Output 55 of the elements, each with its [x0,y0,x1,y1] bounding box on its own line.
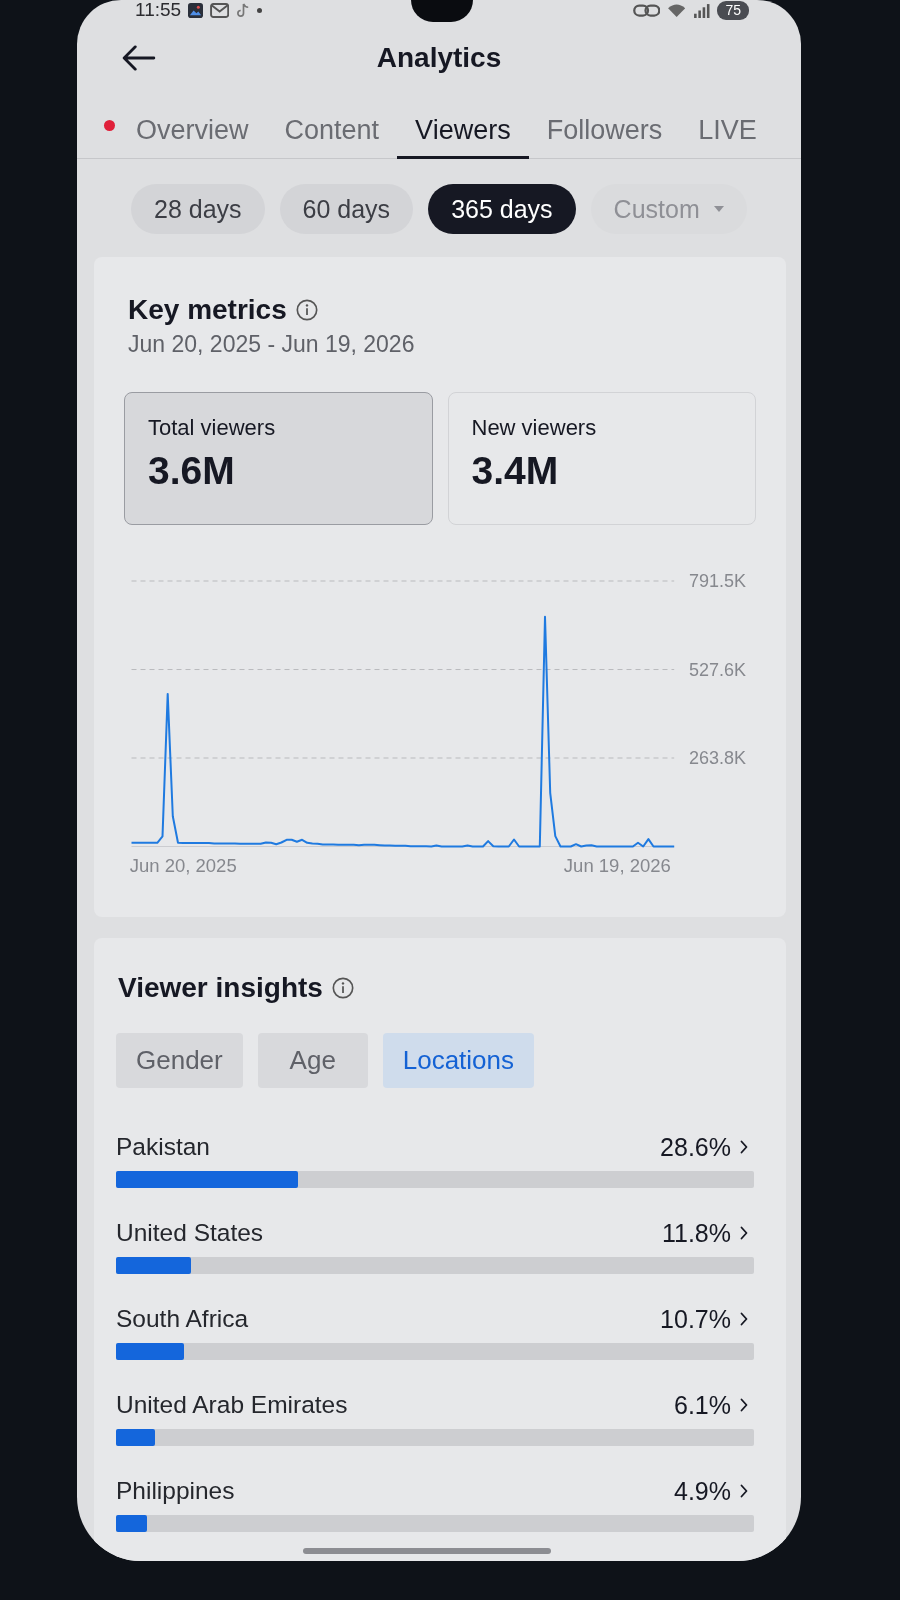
section-title: Key metrics [128,294,287,326]
chevron-right-icon[interactable] [740,1226,748,1240]
chevron-right-icon[interactable] [740,1484,748,1498]
music-note-icon [236,2,250,18]
share-value: 6.1% [674,1391,731,1419]
country-name[interactable]: United States [116,1219,264,1247]
x-axis-label: Jun 19, 2026 [563,854,671,876]
x-axis-label: Jun 20, 2025 [129,854,237,876]
info-icon[interactable] [295,299,318,321]
chevron-right-icon[interactable] [740,1312,748,1326]
tab[interactable]: Overview [118,105,267,159]
status-time: 11:55 [135,0,182,20]
caret-icon [713,206,724,212]
tab[interactable]: LIVE [680,105,775,159]
date-range-chip[interactable]: 365 days [428,184,576,234]
y-axis-label: 263.8K [688,748,746,768]
back-arrow-icon[interactable] [122,44,156,71]
mail-icon [210,2,230,18]
tab[interactable]: Viewers [397,105,529,159]
tab[interactable]: Followers [528,105,681,159]
y-axis-label: 527.6K [688,659,746,680]
dot-icon [256,7,262,13]
metric-card[interactable]: New viewers 3.4M [447,392,756,525]
share-value: 11.8% [661,1219,731,1247]
metric-value: 3.4M [471,449,559,493]
country-name[interactable]: United Arab Emirates [116,1391,348,1419]
metric-value: 3.6M [148,449,235,493]
y-axis-label: 791.5K [688,571,746,591]
country-name[interactable]: South Africa [116,1305,249,1333]
chevron-right-icon[interactable] [740,1140,748,1154]
segment-tab[interactable]: Age [257,1033,368,1088]
metric-label: Total viewers [148,415,276,441]
date-range-text: Jun 20, 2025 - Jun 19, 2026 [127,332,416,356]
metric-card[interactable]: Total viewers 3.6M [124,392,433,525]
battery-level: 75 [717,0,749,20]
segment-tab[interactable]: Locations [382,1033,535,1088]
share-value: 10.7% [660,1305,731,1333]
country-name[interactable]: Philippines [116,1477,235,1505]
segment-tab[interactable]: Gender [116,1033,243,1088]
tab[interactable]: Content [266,105,398,159]
date-range-chip[interactable]: 28 days [131,184,265,234]
country-name[interactable]: Pakistan [116,1133,210,1161]
front-camera-cutout [411,0,473,22]
share-value: 28.6% [660,1133,731,1161]
share-value: 4.9% [674,1477,731,1505]
info-icon[interactable] [331,977,354,999]
chevron-right-icon[interactable] [740,1398,748,1412]
date-range-chip[interactable]: 60 days [279,184,414,234]
wifi-icon [667,2,687,18]
image-icon [188,2,204,18]
signal-icon [693,2,711,18]
page-title: Analytics [376,40,502,75]
section-title: Viewer insights [118,972,323,1004]
link-icon [632,2,660,18]
metric-label: New viewers [471,415,597,441]
